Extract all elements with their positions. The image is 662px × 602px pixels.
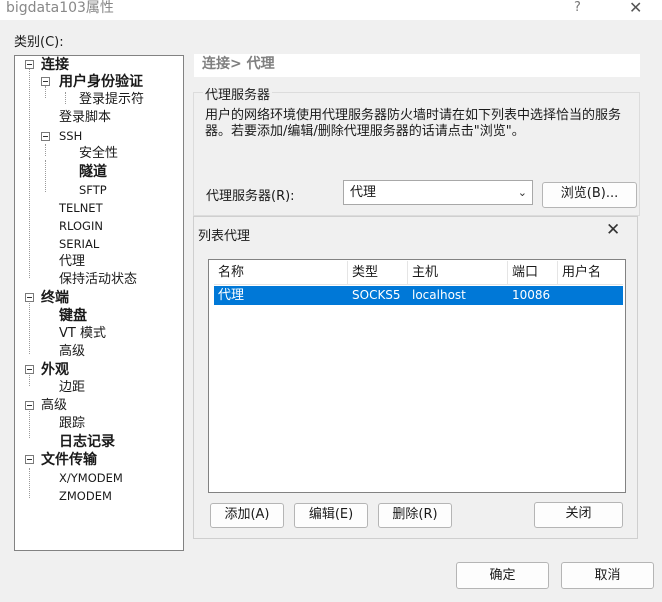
tree-item-proxy[interactable]: 代理 bbox=[59, 253, 85, 271]
proxy-list[interactable]: 名称 类型 主机 端口 用户名 代理 SOCKS5 localhost 1008… bbox=[208, 259, 626, 493]
browse-button[interactable]: 浏览(B)... bbox=[542, 182, 637, 208]
title-bar: bigdata103属性 ? ✕ bbox=[0, 0, 662, 20]
delete-button[interactable]: 删除(R) bbox=[378, 503, 452, 528]
column-header-type[interactable]: 类型 bbox=[348, 261, 408, 285]
tree-line bbox=[29, 468, 30, 498]
collapse-icon[interactable] bbox=[25, 401, 34, 410]
tree-item-vt-mode[interactable]: VT 模式 bbox=[59, 325, 106, 343]
list-header: 名称 类型 主机 端口 用户名 bbox=[214, 261, 623, 285]
tree-item-file-transfer[interactable]: 文件传输 bbox=[41, 451, 97, 469]
tree-item-serial[interactable]: SERIAL bbox=[59, 235, 99, 253]
tree-item-rlogin[interactable]: RLOGIN bbox=[59, 217, 103, 235]
window-title: bigdata103属性 bbox=[6, 0, 114, 16]
collapse-icon[interactable] bbox=[25, 455, 34, 464]
tree-item-terminal[interactable]: 终端 bbox=[41, 289, 69, 307]
collapse-icon[interactable] bbox=[25, 365, 34, 374]
tree-item-keepalive[interactable]: 保持活动状态 bbox=[59, 271, 137, 289]
row-type: SOCKS5 bbox=[352, 288, 401, 302]
close-button[interactable]: 关闭 bbox=[534, 502, 623, 528]
tree-item-trace[interactable]: 跟踪 bbox=[59, 415, 85, 433]
add-button[interactable]: 添加(A) bbox=[210, 503, 284, 528]
breadcrumb: 连接> 代理 bbox=[194, 54, 640, 77]
tree-line bbox=[29, 158, 30, 278]
cancel-button[interactable]: 取消 bbox=[561, 562, 654, 589]
tree-item-sftp[interactable]: SFTP bbox=[79, 181, 107, 199]
tree-line bbox=[65, 92, 66, 104]
edit-button[interactable]: 编辑(E) bbox=[294, 503, 368, 528]
tree-item-zmodem[interactable]: ZMODEM bbox=[59, 487, 112, 505]
row-port: 10086 bbox=[512, 288, 551, 302]
proxy-server-value: 代理 bbox=[350, 185, 377, 200]
table-row[interactable]: 代理 SOCKS5 localhost 10086 bbox=[214, 286, 623, 305]
tree-item-appearance[interactable]: 外观 bbox=[41, 361, 69, 379]
tree-item-advanced2[interactable]: 高级 bbox=[41, 397, 67, 415]
tree-item-margin[interactable]: 边距 bbox=[59, 379, 85, 397]
tree-item-login-script[interactable]: 登录脚本 bbox=[59, 109, 111, 127]
row-host: localhost bbox=[412, 288, 466, 302]
tree-item-connection[interactable]: 连接 bbox=[41, 56, 69, 74]
window-close-button[interactable]: ✕ bbox=[629, 0, 642, 17]
tree-item-ssh[interactable]: SSH bbox=[59, 127, 82, 145]
tree-item-advanced[interactable]: 高级 bbox=[59, 343, 85, 361]
proxy-server-select[interactable]: 代理 ⌄ bbox=[343, 180, 533, 205]
tree-item-telnet[interactable]: TELNET bbox=[59, 199, 103, 217]
chevron-down-icon: ⌄ bbox=[517, 186, 527, 199]
category-tree[interactable]: 连接 用户身份验证 登录提示符 登录脚本 SSH 安全性 隧道 SFTP TEL… bbox=[14, 55, 184, 551]
close-icon[interactable]: ✕ bbox=[606, 220, 620, 240]
category-label: 类别(C): bbox=[14, 35, 64, 50]
tree-item-keyboard[interactable]: 键盘 bbox=[59, 307, 87, 325]
collapse-icon[interactable] bbox=[41, 132, 50, 141]
tree-item-user-auth[interactable]: 用户身份验证 bbox=[59, 73, 143, 91]
tree-item-tunnel[interactable]: 隧道 bbox=[79, 163, 107, 181]
help-button[interactable]: ? bbox=[574, 0, 581, 15]
tree-item-security[interactable]: 安全性 bbox=[79, 145, 118, 163]
column-header-port[interactable]: 端口 bbox=[508, 261, 558, 285]
collapse-icon[interactable] bbox=[41, 77, 50, 86]
dialog-title: 列表代理 bbox=[198, 229, 251, 244]
tree-line bbox=[29, 68, 30, 158]
column-header-user[interactable]: 用户名 bbox=[558, 261, 623, 285]
row-name: 代理 bbox=[218, 288, 245, 303]
tree-line bbox=[45, 86, 46, 98]
column-header-name[interactable]: 名称 bbox=[214, 261, 348, 285]
ok-button[interactable]: 确定 bbox=[456, 562, 549, 589]
tree-item-login-prompt[interactable]: 登录提示符 bbox=[79, 91, 144, 109]
tree-line bbox=[45, 160, 46, 192]
proxy-description: 用户的网络环境使用代理服务器防火墙时请在如下列表中选择恰当的服务器。若要添加/编… bbox=[205, 108, 622, 139]
tree-line bbox=[45, 144, 46, 156]
collapse-icon[interactable] bbox=[25, 60, 34, 69]
column-header-host[interactable]: 主机 bbox=[408, 261, 508, 285]
tree-item-logging[interactable]: 日志记录 bbox=[59, 433, 115, 451]
row-user bbox=[558, 286, 623, 305]
collapse-icon[interactable] bbox=[25, 293, 34, 302]
proxy-list-dialog: 列表代理 ✕ 名称 类型 主机 端口 用户名 代理 SOCKS5 localho… bbox=[193, 216, 638, 539]
proxy-server-group-title: 代理服务器 bbox=[203, 84, 273, 103]
tree-line bbox=[29, 294, 30, 354]
tree-item-xymodem[interactable]: X/YMODEM bbox=[59, 469, 123, 487]
proxy-server-label: 代理服务器(R): bbox=[206, 189, 295, 204]
